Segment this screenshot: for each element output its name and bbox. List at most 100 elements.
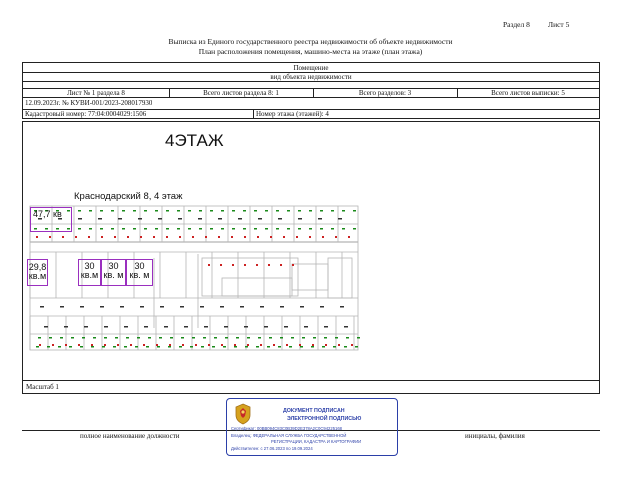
plan-marker	[276, 228, 279, 230]
plan-marker	[78, 228, 81, 230]
plan-marker	[111, 228, 114, 230]
plan-marker	[232, 264, 234, 266]
room-outline[interactable]: 47,7 кв	[30, 207, 72, 232]
plan-marker	[322, 236, 324, 238]
room-unit: кв.м	[80, 270, 99, 280]
document-title: Выписка из Единого государственного реес…	[168, 37, 453, 46]
table-divider	[253, 109, 254, 119]
room-unit: кв. м	[129, 270, 150, 280]
plan-marker	[300, 306, 304, 308]
plan-marker	[188, 228, 191, 230]
plan-marker	[133, 228, 136, 230]
plan-marker	[188, 210, 191, 212]
sheet-label: Лист 5	[548, 20, 570, 29]
position-label: полное наименование должности	[80, 432, 180, 440]
plan-room-shape	[291, 263, 329, 291]
plan-marker	[71, 337, 74, 339]
plan-marker	[144, 326, 148, 328]
plan-room-shape	[201, 257, 299, 297]
plan-marker	[320, 306, 324, 308]
plan-marker	[335, 236, 337, 238]
plan-marker	[218, 218, 222, 220]
plan-marker	[273, 344, 275, 346]
plan-marker	[100, 228, 103, 230]
plan-marker	[122, 210, 125, 212]
plan-marker	[60, 337, 63, 339]
plan-marker	[101, 236, 103, 238]
plan-marker	[214, 337, 217, 339]
plan-marker	[355, 346, 358, 348]
plan-marker	[160, 306, 164, 308]
plan-marker	[156, 344, 158, 346]
plan-marker	[93, 337, 96, 339]
plan-marker	[180, 306, 184, 308]
plan-marker	[225, 337, 228, 339]
plan-marker	[296, 236, 298, 238]
plan-marker	[44, 326, 48, 328]
scale-row: Масштаб 1	[22, 381, 600, 394]
plan-marker	[38, 337, 41, 339]
plan-marker	[264, 326, 268, 328]
plan-marker	[80, 346, 83, 348]
plan-marker	[205, 236, 207, 238]
plan-marker	[98, 218, 102, 220]
plan-marker	[284, 326, 288, 328]
plan-marker	[181, 337, 184, 339]
plan-marker	[146, 346, 149, 348]
object-label: Помещение	[293, 64, 329, 72]
plan-marker	[333, 346, 336, 348]
plan-marker	[210, 210, 213, 212]
plan-marker	[325, 344, 327, 346]
plan-marker	[220, 264, 222, 266]
plan-marker	[118, 218, 122, 220]
plan-marker	[244, 236, 246, 238]
plan-marker	[224, 326, 228, 328]
plan-marker	[127, 236, 129, 238]
plan-marker	[100, 306, 104, 308]
plan-marker	[177, 210, 180, 212]
plan-marker	[348, 236, 350, 238]
plan-marker	[201, 346, 204, 348]
plan-marker	[78, 344, 80, 346]
plan-marker	[212, 346, 215, 348]
plan-marker	[36, 236, 38, 238]
plan-marker	[155, 210, 158, 212]
plan-marker	[324, 337, 327, 339]
plan-marker	[283, 236, 285, 238]
plan-marker	[298, 228, 301, 230]
plan-marker	[138, 218, 142, 220]
plan-marker	[208, 264, 210, 266]
room-outline[interactable]: 30 кв.м	[78, 259, 101, 286]
floor-plan-drawing	[29, 205, 360, 351]
plan-marker	[344, 326, 348, 328]
plan-marker	[357, 337, 360, 339]
room-outline[interactable]: 30 кв. м	[126, 259, 153, 286]
stamp-certificate: Сертификат: 00BB094C83C0B39D2E378A2C0C94…	[231, 426, 343, 431]
room-unit: кв. м	[103, 270, 124, 280]
plan-marker	[300, 346, 303, 348]
plan-marker	[240, 306, 244, 308]
plan-marker	[210, 228, 213, 230]
plan-marker	[49, 337, 52, 339]
emblem-icon	[235, 403, 251, 425]
plan-marker	[140, 306, 144, 308]
plan-marker	[166, 228, 169, 230]
room-outline[interactable]: 30 кв. м	[101, 259, 126, 286]
plan-marker	[247, 337, 250, 339]
plan-marker	[102, 346, 105, 348]
plan-marker	[100, 210, 103, 212]
plan-marker	[153, 236, 155, 238]
plan-marker	[353, 210, 356, 212]
plan-marker	[254, 228, 257, 230]
plan-marker	[184, 326, 188, 328]
plan-marker	[104, 337, 107, 339]
plan-marker	[65, 344, 67, 346]
plan-marker	[243, 210, 246, 212]
plan-marker	[78, 210, 81, 212]
room-outline[interactable]: 29,8 кв.м	[27, 259, 48, 286]
name-label: инициалы, фамилия	[465, 432, 525, 440]
plan-marker	[287, 210, 290, 212]
plan-marker	[338, 344, 340, 346]
plan-marker	[238, 218, 242, 220]
plan-marker	[278, 218, 282, 220]
